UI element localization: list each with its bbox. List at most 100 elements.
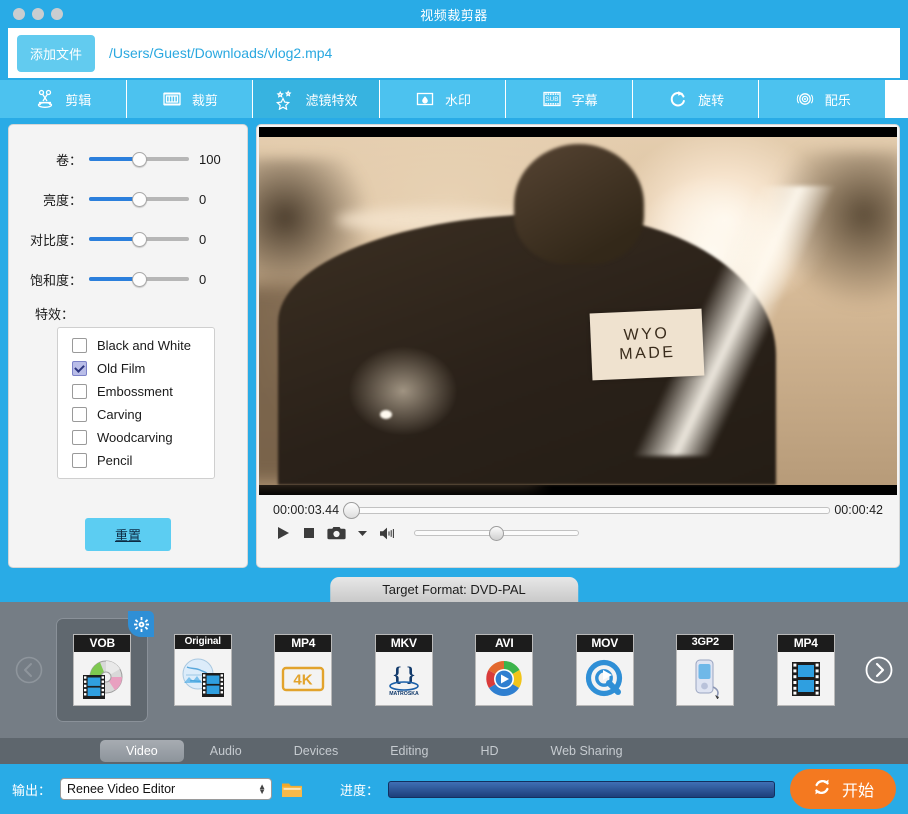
format-name: 3GP2 [677,635,734,650]
tab-label: 滤镜特效 [305,92,358,108]
format-item-mp4-4k[interactable]: MP4 4K [257,618,349,722]
lens-flare-highlight [380,409,393,419]
slider-value: 0 [199,191,207,207]
total-time: 00:00:42 [834,503,883,517]
format-strip: VOB Original MP4 4K MKV {} MATROSKA AVI… [0,602,908,738]
slider-row-volume: 卷： 100 [9,139,247,179]
category-tab-web-sharing[interactable]: Web Sharing [525,738,649,764]
video-editor-window: 视频裁剪器 添加文件 /Users/Guest/Downloads/vlog2.… [0,0,908,814]
effect-carving[interactable]: Carving [58,403,214,426]
format-card: 3GP2 [676,634,735,706]
tab-watermark[interactable]: 水印 [380,80,507,118]
format-item-original[interactable]: Original [157,618,249,722]
target-format-tab[interactable]: Target Format: DVD-PAL [330,577,578,602]
format-item-mov[interactable]: MOV [559,618,651,722]
reset-row: 重置 [9,500,247,567]
category-tab-hd[interactable]: HD [454,738,524,764]
checkbox-icon[interactable] [72,407,87,422]
checkbox-icon[interactable] [72,453,87,468]
speaker-icon[interactable] [379,526,397,541]
effect-black-and-white[interactable]: Black and White [58,334,214,357]
tab-subtitle[interactable]: SUB 字幕 [506,80,633,118]
gear-icon[interactable] [128,611,155,637]
format-item-3gp2[interactable]: 3GP2 [659,618,751,722]
format-next-button[interactable] [856,655,902,685]
tab-crop[interactable]: 裁剪 [127,80,254,118]
output-select[interactable]: Renee Video Editor ▲ ▼ [60,778,273,800]
tab-label: 剪辑 [65,92,92,108]
subtitle-icon: SUB [541,88,563,110]
format-name: MP4 [777,635,834,652]
category-tab-devices[interactable]: Devices [268,738,364,764]
title-bar: 视频裁剪器 [0,0,908,28]
volume-handle[interactable] [489,525,504,541]
phone-icon [677,650,733,705]
checkbox-icon[interactable] [72,384,87,399]
watermark-icon [414,88,436,110]
format-category-tabs: Video Audio Devices Editing HD Web Shari… [0,738,908,764]
color-wheel-icon [476,652,532,705]
4k-icon: 4K [275,652,331,705]
output-label: 输出： [12,782,52,798]
effects-list: Black and White Old Film Embossment Carv… [57,327,215,479]
tab-soundtrack[interactable]: 配乐 [759,80,887,118]
globe-film-icon [175,649,231,705]
brightness-slider[interactable] [89,191,189,207]
disc-film-icon [74,652,130,705]
format-items: VOB Original MP4 4K MKV {} MATROSKA AVI… [52,611,856,722]
category-tab-video[interactable]: Video [100,740,184,762]
effect-label: Old Film [97,361,146,376]
effects-panel: 卷： 100 亮度： 0 对比度： 0 饱和度： 0 特效： Black and… [8,124,248,568]
slider-label: 对比度： [29,232,82,248]
saturation-slider[interactable] [89,271,189,287]
checkbox-checked-icon[interactable] [72,361,87,376]
format-item-vob[interactable]: VOB [56,611,155,722]
file-bar: 添加文件 /Users/Guest/Downloads/vlog2.mp4 [8,28,900,78]
start-button[interactable]: 开始 [789,769,896,809]
timeline-handle[interactable] [342,501,360,519]
effect-label: Woodcarving [97,430,173,445]
reset-button[interactable]: 重置 [84,518,171,551]
chevron-down-icon[interactable] [357,529,368,538]
effect-embossment[interactable]: Embossment [58,380,214,403]
volume-slider[interactable] [89,151,189,167]
format-item-mkv[interactable]: MKV { } MATROSKA [358,618,450,722]
format-item-avi[interactable]: AVI [458,618,550,722]
preview-panel: WYO MADE 00:00:03.44 00:00:42 [256,124,900,568]
folder-icon[interactable] [281,780,303,799]
snapshot-button[interactable] [327,525,346,541]
patch-line-2: MADE [618,343,676,364]
audio-disc-icon [794,88,816,110]
tab-trim[interactable]: 剪辑 [0,80,127,118]
timeline-row: 00:00:03.44 00:00:42 [257,495,899,521]
effect-woodcarving[interactable]: Woodcarving [58,426,214,449]
video-preview[interactable]: WYO MADE [259,127,897,495]
progress-label: 进度： [340,782,380,798]
tab-filter-effects[interactable]: 滤镜特效 [253,80,380,118]
slider-label: 卷： [55,152,82,168]
category-tab-editing[interactable]: Editing [364,738,454,764]
volume-slider-track[interactable] [414,525,579,541]
effect-pencil[interactable]: Pencil [58,449,214,472]
format-prev-button[interactable] [6,655,52,685]
category-tab-audio[interactable]: Audio [184,738,268,764]
contrast-slider[interactable] [89,231,189,247]
slider-value: 0 [199,231,207,247]
toolbar-endcap [886,80,908,118]
play-button[interactable] [275,525,291,541]
effect-label: Carving [97,407,142,422]
add-file-button[interactable]: 添加文件 [17,34,96,72]
file-path-text[interactable]: /Users/Guest/Downloads/vlog2.mp4 [109,45,332,61]
work-area: 卷： 100 亮度： 0 对比度： 0 饱和度： 0 特效： Black and… [0,118,908,568]
format-item-mp4[interactable]: MP4 [760,618,852,722]
checkbox-icon[interactable] [72,430,87,445]
format-name: MP4 [275,635,332,652]
tab-rotate[interactable]: 旋转 [633,80,760,118]
stop-button[interactable] [302,526,316,540]
checkbox-icon[interactable] [72,338,87,353]
timeline-slider[interactable] [342,501,831,519]
format-picker: VOB Original MP4 4K MKV {} MATROSKA AVI… [0,602,908,764]
format-card: MKV { } MATROSKA [374,634,433,706]
effect-old-film[interactable]: Old Film [58,357,214,380]
slider-row-contrast: 对比度： 0 [9,219,247,259]
